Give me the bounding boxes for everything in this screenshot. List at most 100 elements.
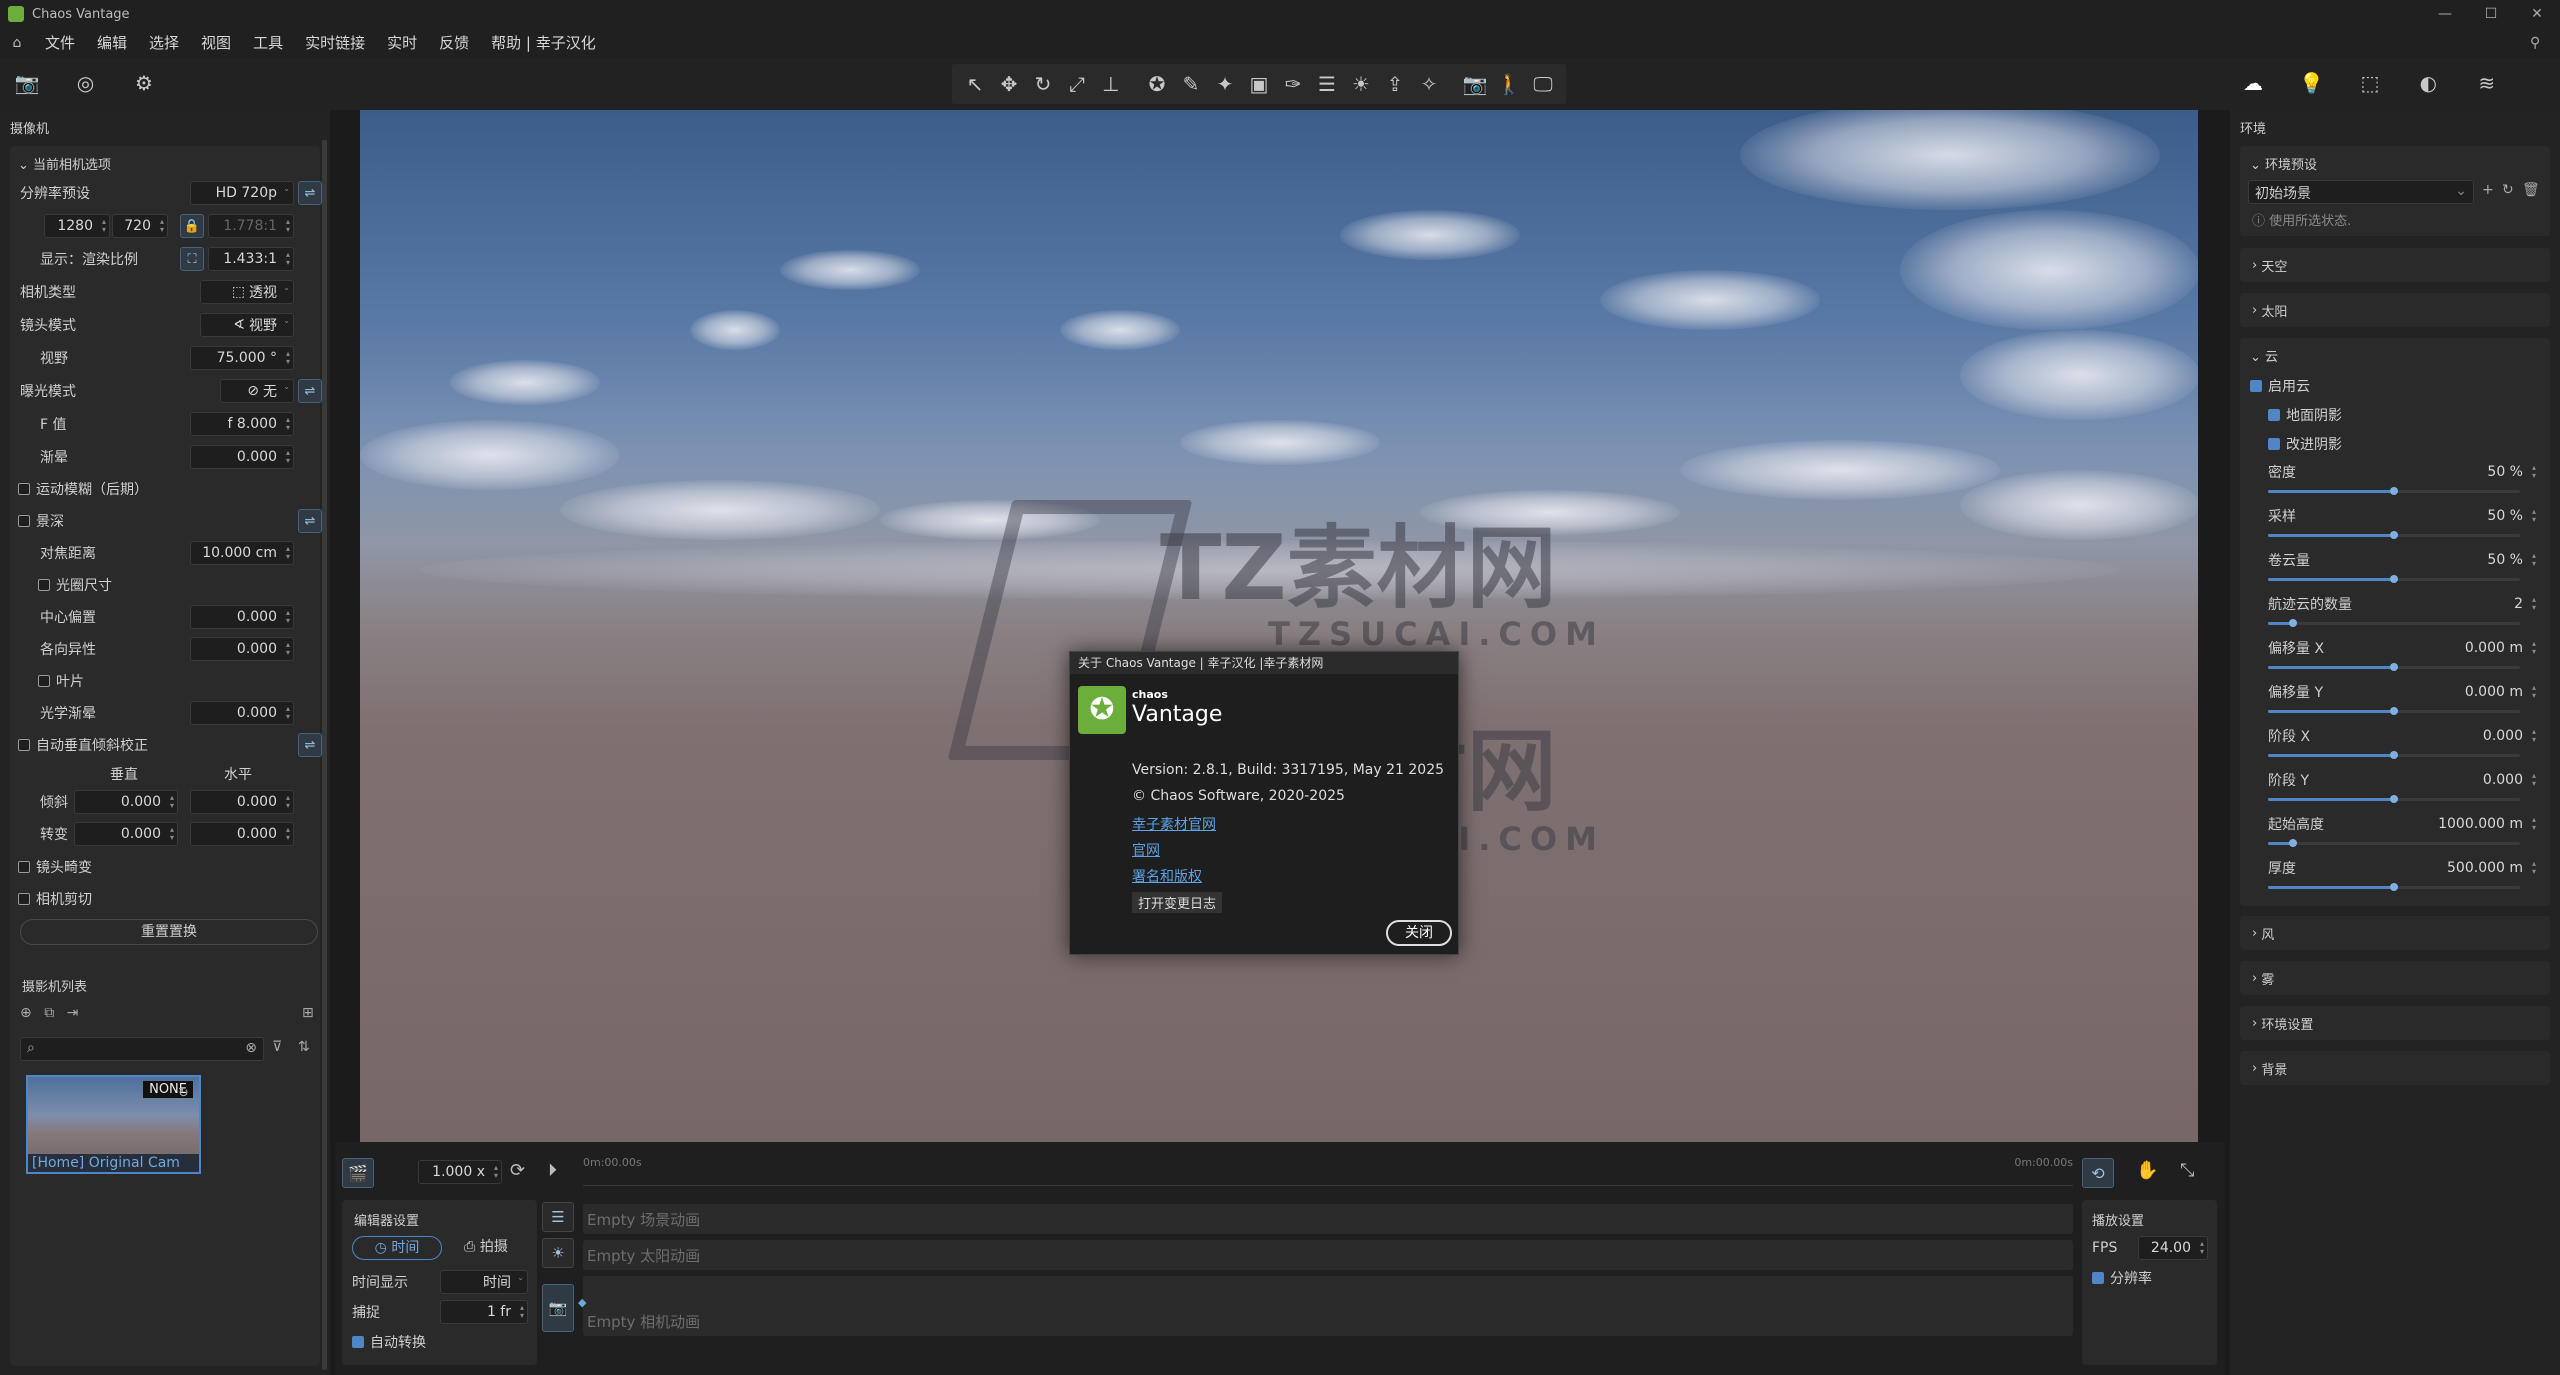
fstop-input[interactable]: f 8.000 ▴ ▾	[190, 412, 294, 436]
optical-vignette-input[interactable]: 0.000 ▴ ▾	[190, 701, 294, 725]
time-display-select[interactable]: 时间 ⌄	[440, 1270, 528, 1294]
clear-search-icon[interactable]: ⊗	[245, 1040, 257, 1056]
slider-track[interactable]	[2268, 707, 2520, 715]
time-mode-button[interactable]: ◷ 时间	[352, 1236, 442, 1260]
menu-feedback[interactable]: 反馈	[428, 28, 480, 58]
add-preset-icon[interactable]: +	[2482, 182, 2494, 198]
slider-knob[interactable]	[2390, 487, 2398, 495]
aperture-checkbox[interactable]: 光圈尺寸	[38, 573, 112, 597]
camera-settings-tab-icon[interactable]: ⚙	[127, 66, 161, 100]
adjust-tool-icon[interactable]: ☰	[1310, 67, 1344, 101]
section-current-camera[interactable]: ⌄ 当前相机选项	[18, 154, 111, 173]
section-background[interactable]: › 背景	[2240, 1051, 2550, 1085]
scene-animation-icon[interactable]: ☰	[542, 1202, 574, 1232]
menu-edit[interactable]: 编辑	[86, 28, 138, 58]
resolution-select[interactable]: HD 720p ⌄	[190, 181, 294, 205]
screenshot-icon[interactable]: 📷	[1458, 67, 1492, 101]
section-env-preset[interactable]: ⌄ 环境预设	[2250, 154, 2317, 173]
sun-animation-icon[interactable]: ☀	[542, 1238, 574, 1268]
fps-input[interactable]: 24.00 ▴ ▾	[2138, 1236, 2208, 1260]
pivot-tool-icon[interactable]: ⊥	[1094, 67, 1128, 101]
resolution-settings-icon[interactable]: ⇌	[298, 181, 322, 205]
duplicate-camera-icon[interactable]: ⧉	[44, 1005, 54, 1021]
slider-knob[interactable]	[2390, 707, 2398, 715]
slider-track[interactable]	[2268, 575, 2520, 583]
keyframe-marker-icon[interactable]: ◆	[578, 1296, 586, 1309]
light-tool-icon[interactable]: ✦	[1208, 67, 1242, 101]
auto-convert-checkbox[interactable]: 自动转换	[352, 1330, 426, 1354]
slider-value-input[interactable]: 500.000 m ▴ ▾	[2428, 856, 2540, 880]
section-sky[interactable]: › 天空	[2240, 248, 2550, 282]
menu-tools[interactable]: 工具	[242, 28, 294, 58]
refresh-preset-icon[interactable]: ↻	[2502, 182, 2514, 198]
shift-vertical-input[interactable]: 0.000 ▴ ▾	[74, 822, 178, 846]
close-window-icon[interactable]: ✕	[2514, 6, 2560, 22]
dialog-close-button[interactable]: 关闭	[1386, 920, 1452, 946]
slider-value-input[interactable]: 50 % ▴ ▾	[2428, 460, 2540, 484]
slider-value-input[interactable]: 2 ▴ ▾	[2428, 592, 2540, 616]
blades-checkbox[interactable]: 叶片	[38, 669, 84, 693]
slider-knob[interactable]	[2390, 575, 2398, 583]
anisotropy-input[interactable]: 0.000 ▴ ▾	[190, 637, 294, 661]
slider-knob[interactable]	[2390, 531, 2398, 539]
new-folder-icon[interactable]: ⊞	[302, 1005, 314, 1021]
object-tool-icon[interactable]: ▣	[1242, 67, 1276, 101]
slider-track[interactable]	[2268, 487, 2520, 495]
menu-live[interactable]: 实时	[376, 28, 428, 58]
section-fog[interactable]: › 雾	[2240, 961, 2550, 995]
camera-thumbnail[interactable]: NONE [Home] Original Cam	[26, 1075, 201, 1174]
timeline-ruler[interactable]: 0m:00.00s 0m:00.00s	[583, 1156, 2073, 1186]
paint-tool-icon[interactable]: ✑	[1276, 67, 1310, 101]
shift-horizontal-input[interactable]: 0.000 ▴ ▾	[190, 822, 294, 846]
slider-value-input[interactable]: 0.000 ▴ ▾	[2428, 724, 2540, 748]
objects-tab-icon[interactable]: ⬚	[2353, 66, 2387, 100]
menu-livelink[interactable]: 实时链接	[294, 28, 376, 58]
tilt-vertical-input[interactable]: 0.000 ▴ ▾	[74, 790, 178, 814]
auto-vertical-checkbox[interactable]: 自动垂直倾斜校正	[18, 733, 148, 757]
slider-track[interactable]	[2268, 751, 2520, 759]
export-tool-icon[interactable]: ⇪	[1378, 67, 1412, 101]
layers-tab-icon[interactable]: ≋	[2470, 66, 2504, 100]
maximize-icon[interactable]: ☐	[2468, 6, 2514, 22]
play-icon[interactable]: ⏵	[548, 1160, 557, 1181]
slider-value-input[interactable]: 1000.000 m ▴ ▾	[2428, 812, 2540, 836]
slider-track[interactable]	[2268, 795, 2520, 803]
resolution-checkbox[interactable]: 分辨率	[2092, 1266, 2152, 1290]
menu-help[interactable]: 帮助 | 幸子汉化	[480, 28, 607, 58]
lights-tab-icon[interactable]: 💡	[2294, 66, 2328, 100]
camera-search-input[interactable]: ⌕ ⊗	[20, 1037, 264, 1061]
link-official-site[interactable]: 官网	[1132, 840, 1160, 860]
move-tool-icon[interactable]: ✥	[992, 67, 1026, 101]
home-icon[interactable]: ⌂	[0, 35, 34, 51]
environment-tab-icon[interactable]: ☁	[2236, 66, 2270, 100]
section-env-settings[interactable]: › 环境设置	[2240, 1006, 2550, 1040]
slider-knob[interactable]	[2390, 795, 2398, 803]
camera-type-select[interactable]: ⬚ 透视 ⌄	[200, 280, 294, 304]
slider-value-input[interactable]: 50 % ▴ ▾	[2428, 504, 2540, 528]
improved-shadow-checkbox[interactable]: 改进阴影	[2268, 432, 2342, 456]
capture-mode-button[interactable]: ⎙ 拍摄	[446, 1236, 526, 1260]
pin-icon[interactable]: ⚲	[2530, 35, 2560, 51]
effects-tool-icon[interactable]: ✧	[1412, 67, 1446, 101]
rotate-tool-icon[interactable]: ↻	[1026, 67, 1060, 101]
edit-material-icon[interactable]: ✎	[1174, 67, 1208, 101]
minimize-icon[interactable]: —	[2422, 6, 2468, 22]
env-preset-select[interactable]: 初始场景 ⌄	[2248, 180, 2474, 204]
focus-distance-input[interactable]: 10.000 cm ▴ ▾	[190, 541, 294, 565]
menu-file[interactable]: 文件	[34, 28, 86, 58]
vertical-settings-icon[interactable]: ⇌	[298, 733, 322, 757]
scale-tool-icon[interactable]: ⤢	[1060, 67, 1094, 101]
curve-editor-icon[interactable]: ⤡	[2180, 1160, 2194, 1181]
sync-icon[interactable]: ⟲	[2082, 1158, 2114, 1188]
lens-distortion-checkbox[interactable]: 镜头畸变	[18, 855, 92, 879]
slider-track[interactable]	[2268, 531, 2520, 539]
playback-speed-input[interactable]: 1.000 x ▴ ▾	[418, 1160, 502, 1184]
ground-shadow-checkbox[interactable]: 地面阴影	[2268, 403, 2342, 427]
reset-shift-button[interactable]: 重置置换	[20, 919, 318, 945]
slider-track[interactable]	[2268, 839, 2520, 847]
select-tool-icon[interactable]: ↖	[958, 67, 992, 101]
delete-preset-icon[interactable]: 🗑	[2522, 182, 2540, 198]
section-sun[interactable]: › 太阳	[2240, 293, 2550, 327]
tilt-horizontal-input[interactable]: 0.000 ▴ ▾	[190, 790, 294, 814]
left-scrollbar[interactable]	[322, 140, 327, 1370]
